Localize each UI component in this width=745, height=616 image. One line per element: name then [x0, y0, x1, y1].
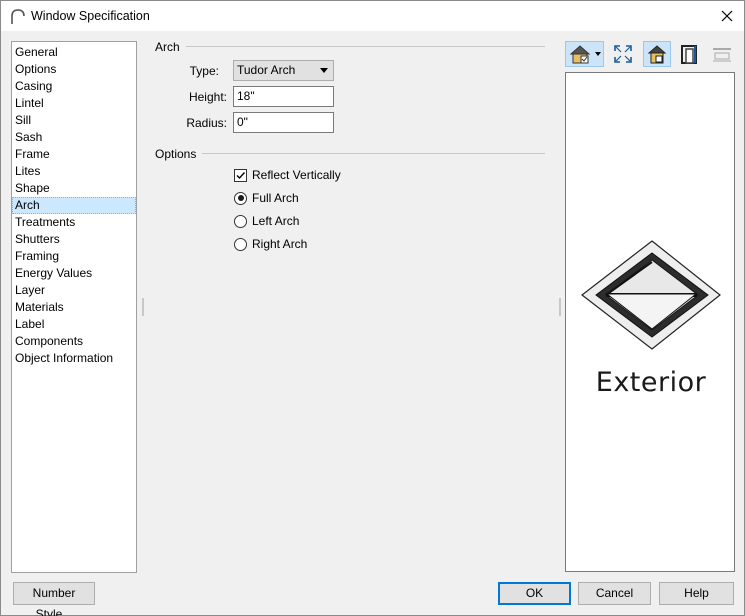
window-elevation-button[interactable]: [676, 41, 702, 67]
camera-view-button[interactable]: [643, 41, 671, 67]
close-button[interactable]: [710, 1, 744, 31]
right-splitter-handle[interactable]: [559, 298, 561, 316]
options-group-label: Options: [155, 147, 203, 161]
fill-window-icon: [614, 45, 632, 63]
nav-item-layer[interactable]: Layer: [12, 282, 136, 299]
window-title: Window Specification: [31, 9, 150, 23]
right-arch-radio[interactable]: Right Arch: [234, 236, 307, 252]
checkbox-box: [234, 168, 247, 182]
full-arch-label: Full Arch: [252, 191, 299, 205]
left-arch-label: Left Arch: [252, 214, 300, 228]
nav-item-general[interactable]: General: [12, 44, 136, 61]
help-button[interactable]: Help: [659, 582, 734, 605]
nav-item-sill[interactable]: Sill: [12, 112, 136, 129]
nav-item-options[interactable]: Options: [12, 61, 136, 78]
preview-view-label: Exterior: [595, 367, 707, 398]
left-splitter-handle[interactable]: [142, 298, 144, 316]
nav-item-object-information[interactable]: Object Information: [12, 350, 136, 367]
right-arch-label: Right Arch: [252, 237, 308, 251]
nav-item-sash[interactable]: Sash: [12, 129, 136, 146]
radio-dot: [234, 214, 247, 228]
nav-item-arch[interactable]: Arch: [12, 197, 136, 214]
arch-group-divider: [155, 46, 545, 47]
options-group-divider: [155, 153, 545, 154]
nav-item-label[interactable]: Label: [12, 316, 136, 333]
ok-button[interactable]: OK: [498, 582, 571, 605]
plan-view-button[interactable]: [708, 41, 736, 67]
full-arch-radio[interactable]: Full Arch: [234, 190, 299, 206]
type-label: Type:: [189, 64, 219, 78]
cancel-button[interactable]: Cancel: [578, 582, 651, 605]
reflect-vertically-checkbox[interactable]: Reflect Vertically: [234, 167, 341, 183]
radius-label: Radius:: [186, 116, 227, 130]
arch-group-label: Arch: [155, 40, 186, 54]
radio-dot: [234, 191, 247, 205]
number-style-button[interactable]: Number Style...: [13, 582, 95, 616]
nav-item-treatments[interactable]: Treatments: [12, 214, 136, 231]
nav-item-framing[interactable]: Framing: [12, 248, 136, 265]
nav-item-components[interactable]: Components: [12, 333, 136, 350]
nav-item-lites[interactable]: Lites: [12, 163, 136, 180]
nav-item-shape[interactable]: Shape: [12, 180, 136, 197]
camera-view-icon: [647, 45, 667, 64]
title-bar: Window Specification: [1, 1, 744, 31]
view-mode-icon: [569, 45, 601, 64]
height-label: Height:: [188, 90, 227, 104]
nav-item-casing[interactable]: Casing: [12, 78, 136, 95]
arch-type-value: Tudor Arch: [237, 63, 296, 77]
view-mode-button[interactable]: [565, 41, 604, 67]
preview-pane[interactable]: Exterior: [565, 72, 735, 572]
fill-window-button[interactable]: [609, 41, 637, 67]
nav-item-shutters[interactable]: Shutters: [12, 231, 136, 248]
reflect-vertically-label: Reflect Vertically: [252, 168, 341, 182]
dropdown-arrow-icon: [320, 68, 328, 73]
arch-type-dropdown[interactable]: Tudor Arch: [233, 60, 334, 81]
checkmark-icon: [236, 171, 246, 179]
nav-item-materials[interactable]: Materials: [12, 299, 136, 316]
window-preview-drawing: [581, 240, 721, 350]
radius-input[interactable]: 0": [233, 112, 334, 133]
category-list[interactable]: General Options Casing Lintel Sill Sash …: [11, 41, 137, 573]
height-input[interactable]: 18": [233, 86, 334, 107]
nav-item-lintel[interactable]: Lintel: [12, 95, 136, 112]
nav-item-frame[interactable]: Frame: [12, 146, 136, 163]
nav-item-energy-values[interactable]: Energy Values: [12, 265, 136, 282]
left-arch-radio[interactable]: Left Arch: [234, 213, 299, 229]
window-elevation-icon: [681, 45, 697, 64]
plan-view-icon: [713, 48, 731, 62]
close-icon: [721, 10, 733, 22]
dialog-window: Window Specification General Options Cas…: [0, 0, 745, 616]
arch-window-icon: [11, 9, 25, 24]
radio-dot: [234, 237, 247, 251]
